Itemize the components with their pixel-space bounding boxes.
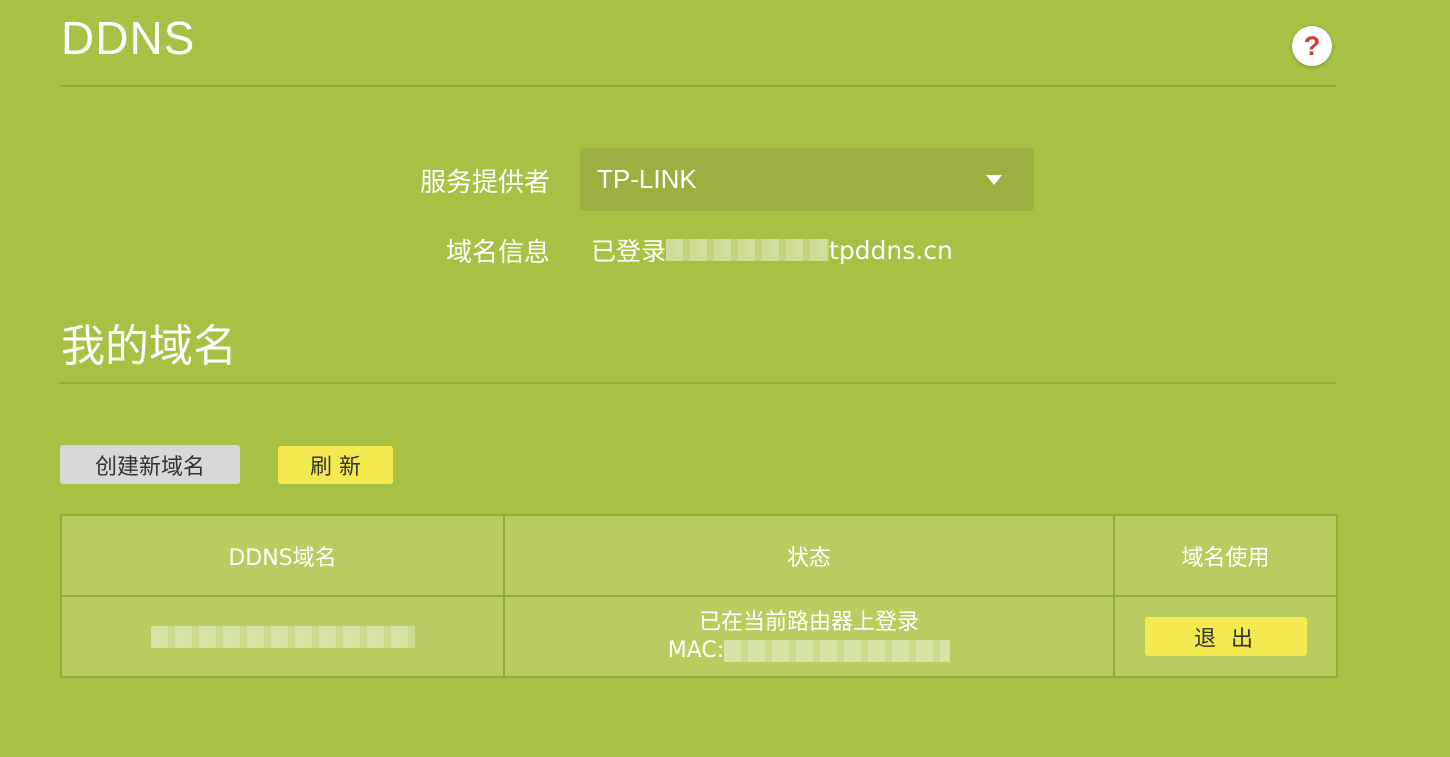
column-header-status: 状态 [503, 514, 1115, 597]
provider-label: 服务提供者 [419, 168, 550, 198]
chevron-down-icon [986, 175, 1002, 185]
mac-address: MAC: [505, 637, 1113, 665]
usage-cell: 退 出 [1113, 595, 1338, 678]
provider-select[interactable]: TP-LINK [580, 148, 1034, 211]
table-row: 已在当前路由器上登录 MAC: 退 出 [60, 595, 1338, 678]
page-title: DDNS [61, 12, 196, 64]
create-domain-button[interactable]: 创建新域名 [60, 445, 240, 484]
header-divider [60, 85, 1336, 87]
table-header-row: DDNS域名 状态 域名使用 [60, 514, 1338, 597]
domains-table: DDNS域名 状态 域名使用 已在当前路由器上登录 MAC: 退 出 [60, 514, 1338, 678]
column-header-domain-usage: 域名使用 [1113, 514, 1338, 597]
my-domains-title: 我的域名 [61, 321, 237, 372]
domain-info-label: 域名信息 [445, 238, 550, 268]
domain-info-prefix: 已登录 [591, 237, 667, 266]
section-divider [60, 382, 1336, 384]
status-text: 已在当前路由器上登录 [698, 609, 919, 635]
help-icon[interactable]: ? [1292, 26, 1332, 66]
domain-info-value: 已登录 tpddns.cn [591, 232, 953, 268]
question-mark-icon: ? [1303, 30, 1321, 61]
mac-prefix: MAC: [667, 637, 725, 663]
domain-info-suffix: tpddns.cn [829, 235, 953, 265]
redacted-mac-mosaic [724, 639, 951, 662]
redacted-domain-mosaic [666, 239, 830, 261]
domain-cell [60, 595, 505, 678]
redacted-domain-mosaic [150, 626, 415, 648]
column-header-ddns-domain: DDNS域名 [60, 514, 505, 597]
provider-value: TP-LINK [597, 164, 697, 194]
logout-button[interactable]: 退 出 [1144, 617, 1307, 656]
status-cell: 已在当前路由器上登录 MAC: [503, 595, 1115, 678]
refresh-button[interactable]: 刷 新 [278, 446, 393, 484]
